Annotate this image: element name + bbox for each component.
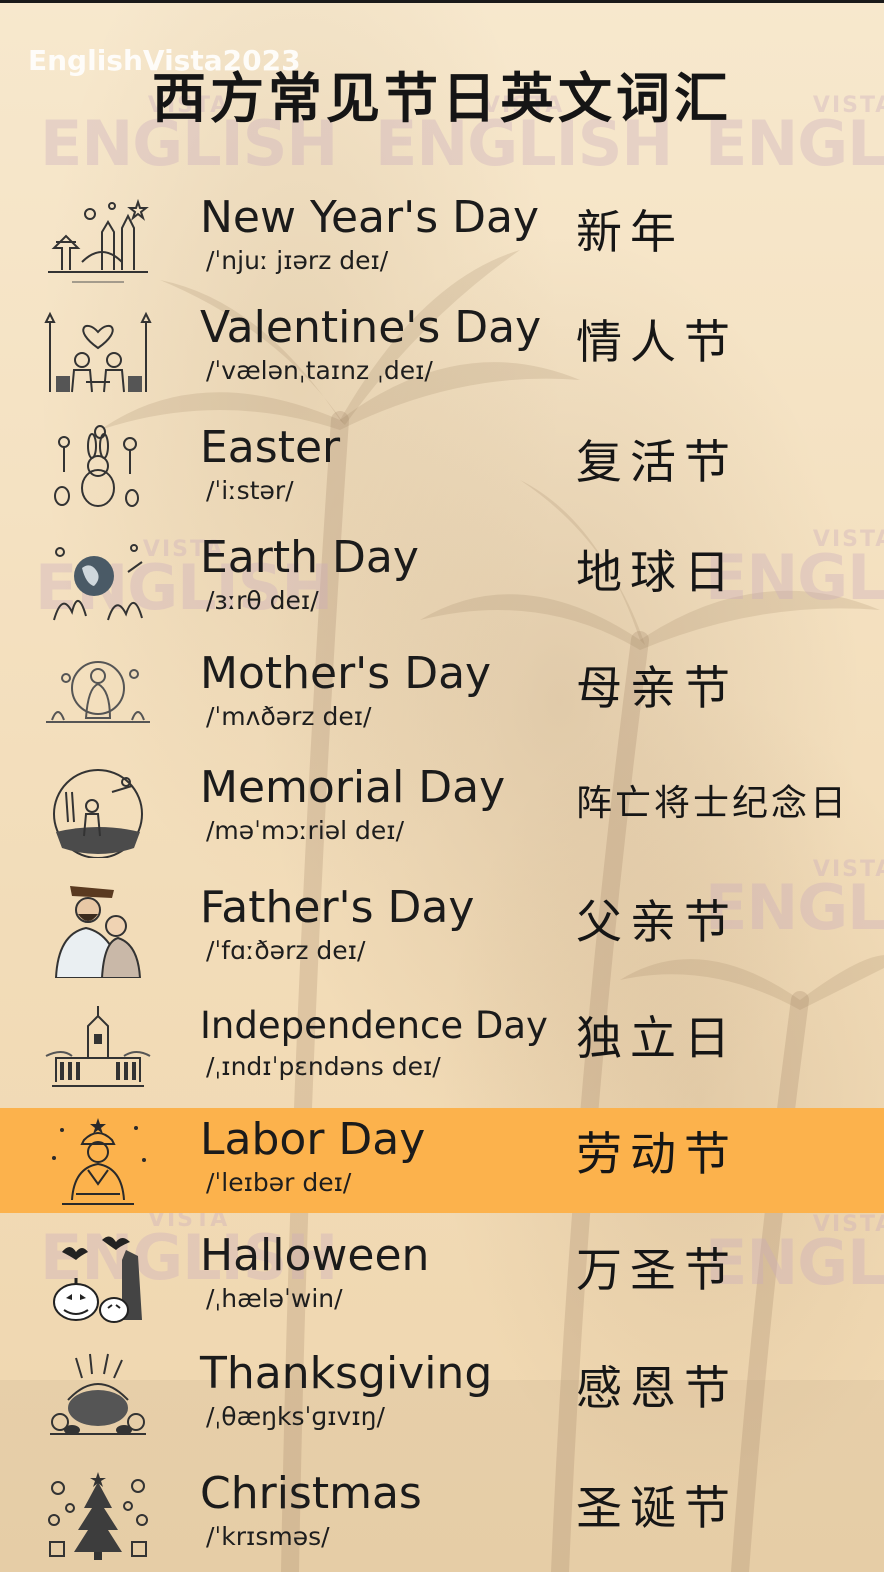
- english-term: Valentine's Day: [200, 302, 542, 353]
- phonetic: /ˈnjuː jɪərz deɪ/: [206, 246, 389, 275]
- phonetic: /ˈvælənˌtaɪnz ˌdeɪ/: [206, 356, 433, 385]
- chinese-term: 复活节: [576, 435, 738, 489]
- chinese-term: 感恩节: [576, 1361, 738, 1415]
- english-term: Independence Day: [200, 1004, 548, 1047]
- phonetic: /ˌɪndɪˈpɛndəns deɪ/: [206, 1052, 441, 1081]
- english-term: New Year's Day: [200, 192, 540, 243]
- list-item: Independence Day /ˌɪndɪˈpɛndəns deɪ/ 独立日: [0, 992, 884, 1097]
- phonetic: /ˈleɪbər deɪ/: [206, 1168, 352, 1197]
- list-item: Christmas /ˈkrɪsməs/ 圣诞节: [0, 1462, 884, 1567]
- list-item: Valentine's Day /ˈvælənˌtaɪnz ˌdeɪ/ 情人节: [0, 296, 884, 401]
- list-item: Memorial Day /məˈmɔːriəl deɪ/ 阵亡将士纪念日: [0, 756, 884, 861]
- earth-globe-icon: [53, 544, 143, 621]
- list-item-highlighted: Labor Day /ˈleɪbər deɪ/ 劳动节: [0, 1108, 884, 1213]
- phonetic: /ˌθæŋksˈɡɪvɪŋ/: [206, 1402, 385, 1431]
- english-term: Labor Day: [200, 1114, 426, 1165]
- christmas-tree-icon: [48, 1472, 148, 1560]
- list-item: Easter /ˈiːstər/ 复活节: [0, 416, 884, 521]
- memorial-soldier-icon: [53, 769, 143, 858]
- phonetic: /ˈiːstər/: [206, 476, 294, 505]
- chinese-term: 圣诞节: [576, 1481, 738, 1535]
- english-term: Earth Day: [200, 532, 419, 583]
- list-item: Father's Day /ˈfɑːðərz deɪ/ 父亲节: [0, 876, 884, 981]
- phonetic: /məˈmɔːriəl deɪ/: [206, 816, 404, 845]
- phonetic: /ɜːrθ deɪ/: [206, 586, 319, 615]
- labor-worker-icon: [52, 1118, 146, 1205]
- father-child-icon: [54, 886, 142, 978]
- chinese-term: 地球日: [576, 545, 738, 599]
- easter-bunny-icon: [54, 425, 139, 507]
- phonetic: /ˈkrɪsməs/: [206, 1522, 330, 1551]
- list-item: Mother's Day /ˈmʌðərz deɪ/ 母亲节: [0, 642, 884, 747]
- chinese-term: 新年: [576, 205, 684, 259]
- independence-hall-icon: [45, 1006, 151, 1087]
- valentine-icon: [44, 311, 152, 393]
- chinese-term: 万圣节: [576, 1243, 738, 1297]
- english-term: Halloween: [200, 1230, 430, 1281]
- new-year-icon: [48, 198, 149, 283]
- list-item: New Year's Day /ˈnjuː jɪərz deɪ/ 新年: [0, 186, 884, 291]
- phonetic: /ˈmʌðərz deɪ/: [206, 702, 372, 731]
- turkey-harvest-icon: [50, 1353, 146, 1435]
- english-term: Easter: [200, 422, 341, 473]
- mother-child-icon: [46, 661, 150, 723]
- chinese-term: 情人节: [576, 315, 738, 369]
- list-item: Thanksgiving /ˌθæŋksˈɡɪvɪŋ/ 感恩节: [0, 1342, 884, 1447]
- phonetic: /ˌhæləˈwin/: [206, 1284, 343, 1313]
- list-item: Earth Day /ɜːrθ deɪ/ 地球日: [0, 526, 884, 631]
- english-term: Memorial Day: [200, 762, 506, 813]
- chinese-term: 独立日: [576, 1011, 738, 1065]
- vocabulary-card: VISTAENGLISH VISTAENGLISH VISTAENGLISH V…: [0, 0, 884, 1572]
- chinese-term: 父亲节: [576, 895, 738, 949]
- chinese-term: 母亲节: [576, 661, 738, 715]
- chinese-term: 阵亡将士纪念日: [576, 783, 850, 824]
- list-item: Halloween /ˌhæləˈwin/ 万圣节: [0, 1224, 884, 1329]
- english-term: Mother's Day: [200, 648, 492, 699]
- english-term: Father's Day: [200, 882, 475, 933]
- english-term: Thanksgiving: [200, 1348, 493, 1399]
- chinese-term: 劳动节: [576, 1127, 738, 1181]
- english-term: Christmas: [200, 1468, 422, 1519]
- pumpkin-bat-icon: [53, 1236, 142, 1323]
- page-title: 西方常见节日英文词汇: [152, 67, 732, 130]
- phonetic: /ˈfɑːðərz deɪ/: [206, 936, 366, 965]
